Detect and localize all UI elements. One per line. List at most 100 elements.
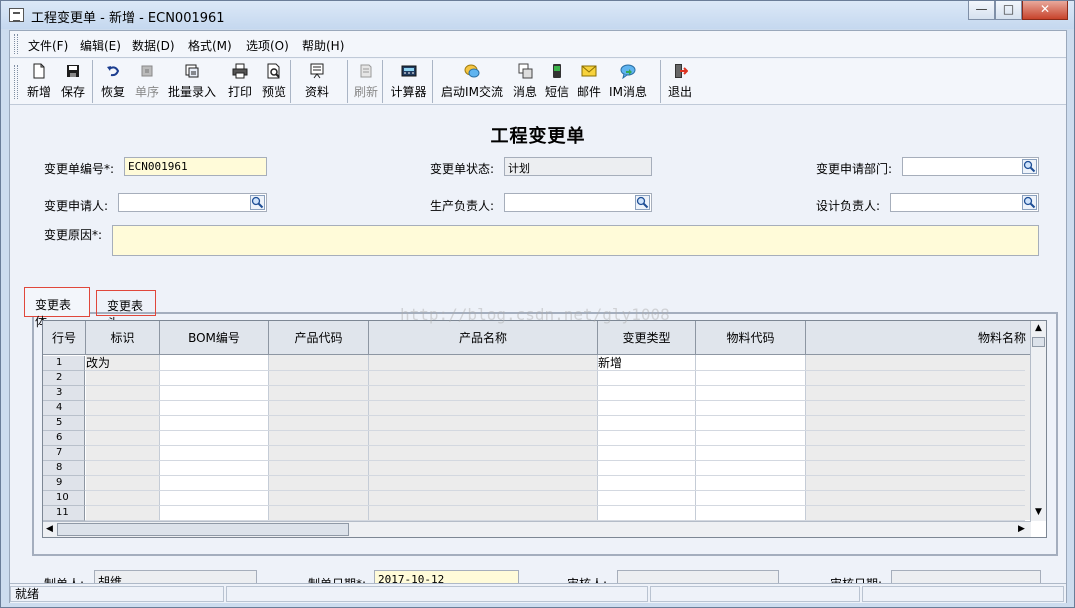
maximize-icon: □ — [1002, 2, 1015, 16]
mail-label: 邮件 — [576, 85, 601, 99]
vertical-scroll-thumb[interactable] — [1032, 337, 1045, 347]
grid-vertical-scrollbar[interactable]: ▲ ▼ — [1030, 321, 1046, 521]
tab-change-header[interactable]: 变更表头 — [96, 290, 156, 330]
calculator-button[interactable]: 计算器 — [387, 60, 430, 103]
mail-icon — [581, 65, 597, 77]
lookup-icon[interactable] — [250, 195, 265, 210]
menu-format[interactable]: 格式(M) — [188, 37, 232, 54]
col-material-name[interactable]: 物料名称 — [806, 321, 1031, 355]
mail-button[interactable]: 邮件 — [574, 60, 604, 103]
row-number[interactable]: 7 — [43, 446, 85, 461]
row-number[interactable]: 9 — [43, 476, 85, 491]
row-number[interactable]: 4 — [43, 401, 85, 416]
grid-horizontal-scrollbar[interactable]: ◀ ▶ — [43, 521, 1031, 537]
message-icon — [518, 63, 533, 79]
refresh-button[interactable]: 刷新 — [351, 60, 381, 103]
sms-label: 短信 — [544, 85, 569, 99]
grid-col-type-bg — [598, 355, 696, 520]
batch-entry-button[interactable]: 批量录入 — [164, 60, 220, 103]
restore-button[interactable]: 恢复 — [98, 60, 128, 103]
prod-owner-label: 生产负责人: — [430, 199, 495, 213]
row-number[interactable]: 6 — [43, 431, 85, 446]
row-number[interactable]: 10 — [43, 491, 85, 506]
sms-button[interactable]: 短信 — [542, 60, 572, 103]
col-bom-no[interactable]: BOM编号 — [160, 321, 269, 355]
message-label: 消息 — [512, 85, 537, 99]
sequence-label: 单序 — [134, 85, 159, 99]
form-content: 工程变更单 变更单编号*: ECN001961 变更单状态: 计划 变更申请部门… — [10, 106, 1066, 591]
im-chat-button[interactable]: 启动IM交流 — [440, 60, 504, 103]
sequence-button[interactable]: 单序 — [132, 60, 162, 103]
menubar-grip[interactable] — [14, 34, 18, 54]
menu-options[interactable]: 选项(O) — [246, 37, 289, 54]
restore-label: 恢复 — [100, 85, 125, 99]
new-document-icon — [33, 63, 45, 79]
prod-owner-field[interactable] — [504, 193, 652, 212]
row-number[interactable]: 2 — [43, 371, 85, 386]
scroll-down-icon[interactable]: ▼ — [1035, 507, 1042, 517]
col-change-type[interactable]: 变更类型 — [598, 321, 696, 355]
lookup-icon[interactable] — [635, 195, 650, 210]
im-message-button[interactable]: IM消息 — [608, 60, 648, 103]
minimize-button[interactable]: — — [968, 1, 995, 20]
tab-change-body[interactable]: 变更表体 — [24, 287, 90, 329]
document-app-icon — [9, 8, 24, 22]
calculator-label: 计算器 — [390, 85, 427, 99]
message-button[interactable]: 消息 — [510, 60, 540, 103]
row-number[interactable]: 11 — [43, 506, 85, 521]
menu-data[interactable]: 数据(D) — [132, 37, 175, 54]
save-button[interactable]: 保存 — [56, 60, 90, 103]
maximize-button[interactable]: □ — [995, 1, 1022, 20]
design-owner-field[interactable] — [890, 193, 1039, 212]
grid-cell[interactable]: 新增 — [598, 356, 622, 371]
row-divider — [85, 490, 1025, 491]
menu-file[interactable]: 文件(F) — [28, 37, 68, 54]
exit-button[interactable]: 退出 — [665, 60, 695, 103]
refresh-icon — [360, 64, 372, 78]
lookup-icon[interactable] — [1022, 195, 1037, 210]
menu-help[interactable]: 帮助(H) — [302, 37, 344, 54]
row-divider — [85, 445, 1025, 446]
reason-field[interactable] — [112, 225, 1039, 256]
col-flag[interactable]: 标识 — [86, 321, 160, 355]
data-button[interactable]: 资料 — [302, 60, 332, 103]
row-number[interactable]: 8 — [43, 461, 85, 476]
col-row-no[interactable]: 行号 — [43, 321, 86, 355]
exit-label: 退出 — [667, 85, 692, 99]
scroll-left-icon[interactable]: ◀ — [46, 524, 53, 534]
col-product-code[interactable]: 产品代码 — [269, 321, 369, 355]
status-field: 计划 — [504, 157, 652, 176]
toolbar-group-exit: 退出 — [662, 60, 698, 103]
row-number[interactable]: 5 — [43, 416, 85, 431]
applicant-field[interactable] — [118, 193, 267, 212]
detail-grid: 行号 标识 BOM编号 产品代码 产品名称 变更类型 物料代码 物料名称 1 改为… — [42, 320, 1047, 538]
preview-button[interactable]: 预览 — [258, 60, 290, 103]
row-number[interactable]: 3 — [43, 386, 85, 401]
menu-edit[interactable]: 编辑(E) — [80, 37, 121, 54]
design-owner-label: 设计负责人: — [816, 199, 881, 213]
new-button[interactable]: 新增 — [22, 60, 56, 103]
toolbar-group-refresh: 刷新 — [349, 60, 383, 103]
row-divider — [85, 505, 1025, 506]
save-icon — [67, 65, 79, 77]
col-material-code[interactable]: 物料代码 — [696, 321, 806, 355]
grid-cell[interactable]: 改为 — [86, 356, 110, 371]
print-button[interactable]: 打印 — [224, 60, 256, 103]
row-number[interactable]: 1 — [43, 356, 85, 371]
status-label: 变更单状态: — [430, 162, 495, 176]
horizontal-scroll-thumb[interactable] — [57, 523, 349, 536]
preview-icon — [267, 63, 280, 79]
lookup-icon[interactable] — [1022, 159, 1037, 174]
scroll-up-icon[interactable]: ▲ — [1035, 323, 1042, 333]
title-bar[interactable]: 工程变更单 - 新增 - ECN001961 — □ ✕ — [1, 1, 1074, 29]
toolbar-group-info: 资料 — [292, 60, 348, 103]
dept-field[interactable] — [902, 157, 1039, 176]
close-button[interactable]: ✕ — [1022, 1, 1068, 20]
grid-col-matname-bg — [806, 355, 1031, 520]
status-pane-2 — [226, 586, 648, 602]
col-product-name[interactable]: 产品名称 — [369, 321, 598, 355]
change-no-field[interactable]: ECN001961 — [124, 157, 267, 176]
grid-col-mat-bg — [696, 355, 806, 520]
scroll-right-icon[interactable]: ▶ — [1018, 524, 1025, 534]
toolbar-grip[interactable] — [14, 65, 18, 99]
